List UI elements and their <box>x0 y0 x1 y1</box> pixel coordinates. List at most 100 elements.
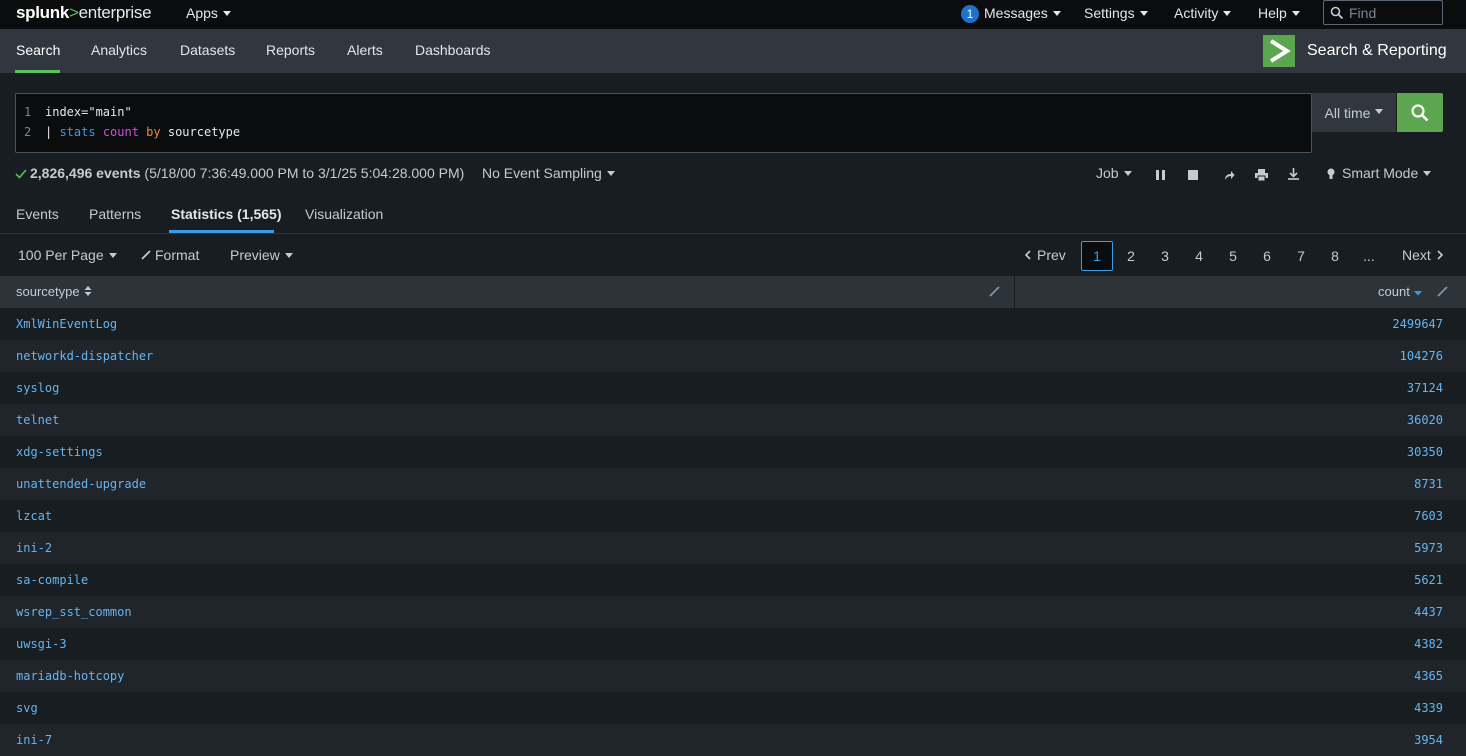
edit-column-pencil-icon[interactable] <box>1437 286 1448 297</box>
cell-count[interactable]: 5973 <box>1414 541 1443 555</box>
preview-menu[interactable]: Preview <box>230 247 293 263</box>
table-row: networkd-dispatcher 104276 <box>0 340 1466 372</box>
cell-sourcetype[interactable]: uwsgi-3 <box>16 637 67 651</box>
cell-count[interactable]: 5621 <box>1414 573 1443 587</box>
app-nav-bar: Search Analytics Datasets Reports Alerts… <box>0 29 1466 73</box>
cell-count[interactable]: 2499647 <box>1392 317 1443 331</box>
table-row: syslog 37124 <box>0 372 1466 404</box>
messages-menu[interactable]: 1 Messages <box>961 5 1061 23</box>
cell-sourcetype[interactable]: xdg-settings <box>16 445 103 459</box>
cell-count[interactable]: 3954 <box>1414 733 1443 747</box>
query-line-1[interactable]: index="main" <box>45 105 132 119</box>
splunk-logo[interactable]: splunk>enterprise <box>16 3 152 23</box>
caret-down-icon <box>606 170 615 176</box>
nav-tab-analytics[interactable]: Analytics <box>91 42 147 58</box>
table-row: telnet 36020 <box>0 404 1466 436</box>
cell-count[interactable]: 7603 <box>1414 509 1443 523</box>
caret-down-icon <box>1052 10 1061 16</box>
settings-menu[interactable]: Settings <box>1084 5 1148 21</box>
sort-icon <box>84 286 92 296</box>
nav-tab-alerts[interactable]: Alerts <box>347 42 383 58</box>
caret-down-icon <box>1123 170 1132 176</box>
query-line-2[interactable]: | stats count by sourcetype <box>45 125 240 139</box>
cell-count[interactable]: 104276 <box>1400 349 1443 363</box>
nav-tab-dashboards[interactable]: Dashboards <box>415 42 491 58</box>
page-8-button[interactable]: 8 <box>1319 241 1351 271</box>
edit-column-pencil-icon[interactable] <box>989 286 1000 297</box>
page-7-button[interactable]: 7 <box>1285 241 1317 271</box>
cell-sourcetype[interactable]: svg <box>16 701 38 715</box>
page-3-button[interactable]: 3 <box>1149 241 1181 271</box>
cell-count[interactable]: 4437 <box>1414 605 1443 619</box>
page-1-button[interactable]: 1 <box>1081 241 1113 271</box>
apps-menu[interactable]: Apps <box>186 5 231 21</box>
search-query-editor[interactable]: 1 index="main" 2 | stats count by source… <box>15 93 1312 153</box>
cell-count[interactable]: 37124 <box>1407 381 1443 395</box>
cell-sourcetype[interactable]: ini-2 <box>16 541 52 555</box>
page-2-button[interactable]: 2 <box>1115 241 1147 271</box>
activity-menu[interactable]: Activity <box>1174 5 1232 21</box>
cell-sourcetype[interactable]: networkd-dispatcher <box>16 349 153 363</box>
column-header-count[interactable]: count <box>1378 284 1422 299</box>
tab-visualization[interactable]: Visualization <box>305 206 383 222</box>
caret-down-icon <box>108 252 117 258</box>
share-icon[interactable] <box>1223 169 1235 181</box>
cell-sourcetype[interactable]: sa-compile <box>16 573 88 587</box>
per-page-menu[interactable]: 100 Per Page <box>18 247 117 263</box>
page-5-button[interactable]: 5 <box>1217 241 1249 271</box>
app-title: Search & Reporting <box>1307 42 1447 59</box>
page-ellipsis: ... <box>1363 248 1375 264</box>
cell-sourcetype[interactable]: wsrep_sst_common <box>16 605 132 619</box>
nav-tab-reports[interactable]: Reports <box>266 42 315 58</box>
cell-sourcetype[interactable]: mariadb-hotcopy <box>16 669 124 683</box>
table-row: mariadb-hotcopy 4365 <box>0 660 1466 692</box>
cell-sourcetype[interactable]: unattended-upgrade <box>16 477 146 491</box>
cell-sourcetype[interactable]: XmlWinEventLog <box>16 317 117 331</box>
lightbulb-icon <box>1327 168 1335 179</box>
nav-tab-datasets[interactable]: Datasets <box>180 42 235 58</box>
find-input[interactable] <box>1349 4 1439 21</box>
table-row: unattended-upgrade 8731 <box>0 468 1466 500</box>
caret-down-icon <box>1139 10 1148 16</box>
format-menu[interactable]: Format <box>141 247 199 263</box>
cell-sourcetype[interactable]: telnet <box>16 413 59 427</box>
cell-count[interactable]: 36020 <box>1407 413 1443 427</box>
page-4-button[interactable]: 4 <box>1183 241 1215 271</box>
caret-down-icon <box>1375 109 1384 114</box>
cell-count[interactable]: 4339 <box>1414 701 1443 715</box>
search-button[interactable] <box>1397 93 1443 132</box>
line-number: 1 <box>24 105 32 119</box>
nav-tab-search[interactable]: Search <box>16 42 60 58</box>
tab-statistics[interactable]: Statistics (1,565) <box>171 206 282 222</box>
print-icon[interactable] <box>1255 169 1268 181</box>
cell-sourcetype[interactable]: ini-7 <box>16 733 52 747</box>
table-row: uwsgi-3 4382 <box>0 628 1466 660</box>
table-row: wsrep_sst_common 4437 <box>0 596 1466 628</box>
prev-page-button[interactable]: Prev <box>1024 247 1066 263</box>
cell-sourcetype[interactable]: syslog <box>16 381 59 395</box>
cell-count[interactable]: 30350 <box>1407 445 1443 459</box>
next-page-button[interactable]: Next <box>1402 247 1444 263</box>
help-menu[interactable]: Help <box>1258 5 1300 21</box>
tab-patterns[interactable]: Patterns <box>89 206 141 222</box>
cell-count[interactable]: 4382 <box>1414 637 1443 651</box>
event-sampling-menu[interactable]: No Event Sampling <box>482 165 615 181</box>
tab-events[interactable]: Events <box>16 206 59 222</box>
time-range-picker[interactable]: All time <box>1312 93 1396 132</box>
column-header-sourcetype[interactable]: sourcetype <box>16 284 92 299</box>
pause-icon[interactable] <box>1156 170 1165 180</box>
page-6-button[interactable]: 6 <box>1251 241 1283 271</box>
column-divider <box>1014 276 1015 308</box>
export-icon[interactable] <box>1288 168 1299 180</box>
caret-down-icon <box>1291 10 1300 16</box>
stop-icon[interactable] <box>1188 170 1198 180</box>
caret-down-icon <box>222 10 231 16</box>
find-box[interactable] <box>1323 0 1443 25</box>
cell-sourcetype[interactable]: lzcat <box>16 509 52 523</box>
search-mode-menu[interactable]: Smart Mode <box>1342 165 1432 181</box>
chevron-left-icon <box>1024 250 1031 260</box>
line-number: 2 <box>24 125 32 139</box>
job-menu[interactable]: Job <box>1096 165 1132 181</box>
cell-count[interactable]: 4365 <box>1414 669 1443 683</box>
cell-count[interactable]: 8731 <box>1414 477 1443 491</box>
